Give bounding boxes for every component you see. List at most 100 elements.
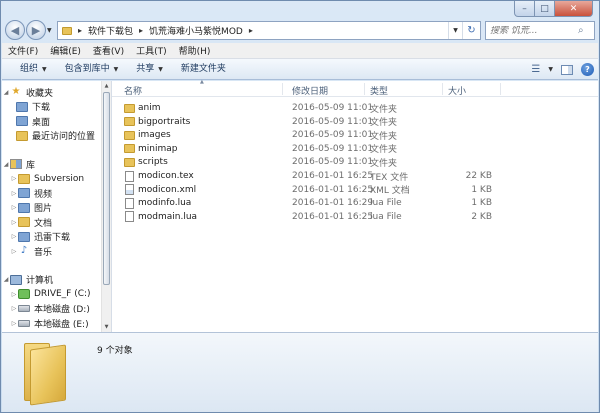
- xml-file-icon: [125, 184, 134, 196]
- scroll-down-arrow-icon[interactable]: ▼: [102, 322, 111, 332]
- chevron-right-icon[interactable]: ▸: [249, 26, 253, 35]
- nav-item-desktop[interactable]: 桌面: [2, 114, 102, 129]
- nav-item-label: 下载: [32, 103, 51, 114]
- table-row[interactable]: minimap 2016-05-09 11:01 文件夹: [112, 142, 598, 156]
- menu-view[interactable]: 查看(V): [87, 44, 130, 57]
- column-header-date[interactable]: 修改日期: [292, 84, 328, 97]
- expand-icon[interactable]: ▷: [10, 204, 18, 211]
- column-divider[interactable]: [364, 83, 365, 95]
- collapse-icon[interactable]: ◢: [2, 161, 10, 168]
- menu-edit[interactable]: 编辑(E): [44, 44, 87, 57]
- table-row[interactable]: scripts 2016-05-09 11:01 文件夹: [112, 155, 598, 169]
- breadcrumb-item[interactable]: 饥荒海难小马紫悦MOD: [149, 24, 243, 37]
- file-type: 文件夹: [370, 145, 398, 156]
- file-name: modicon.xml: [138, 184, 197, 195]
- help-icon[interactable]: ?: [581, 63, 594, 76]
- scroll-up-arrow-icon[interactable]: ▲: [102, 81, 111, 91]
- refresh-icon: ↻: [467, 25, 476, 36]
- file-type: 文件夹: [370, 158, 398, 169]
- collapse-icon[interactable]: ◢: [2, 89, 10, 96]
- nav-item-label: 本地磁盘 (D:): [34, 305, 90, 316]
- chevron-right-icon[interactable]: ▸: [139, 26, 143, 35]
- preview-pane-icon[interactable]: [561, 64, 573, 75]
- nav-item-drive-d[interactable]: ▷ 本地磁盘 (D:): [2, 302, 102, 317]
- column-header-name[interactable]: 名称: [124, 84, 142, 97]
- nav-item-label: DRIVE_F (C:): [34, 289, 91, 300]
- column-divider[interactable]: [500, 83, 501, 95]
- nav-item-label: Subversion: [34, 173, 85, 184]
- folder-icon: [124, 117, 135, 127]
- column-header-size[interactable]: 大小: [448, 84, 466, 97]
- refresh-button[interactable]: ↻: [462, 22, 480, 39]
- table-row[interactable]: modmain.lua 2016-01-01 16:25 lua File 2 KB: [112, 210, 598, 224]
- share-button[interactable]: 共享 ▼: [127, 59, 172, 80]
- nav-item-documents[interactable]: ▷ 文档: [2, 215, 102, 230]
- recent-places-icon: [16, 130, 28, 141]
- menu-help[interactable]: 帮助(H): [173, 44, 217, 57]
- new-folder-button[interactable]: 新建文件夹: [172, 59, 235, 80]
- file-modified-date: 2016-01-01 16:29: [292, 198, 374, 209]
- column-divider[interactable]: [442, 83, 443, 95]
- nav-item-videos[interactable]: ▷ 视频: [2, 186, 102, 201]
- forward-button[interactable]: ▶: [26, 20, 46, 40]
- nav-favorites[interactable]: ◢ ★ 收藏夹: [2, 85, 102, 100]
- nav-item-music[interactable]: ▷ ♪ 音乐: [2, 244, 102, 259]
- table-row[interactable]: images 2016-05-09 11:01 文件夹: [112, 128, 598, 142]
- menu-file[interactable]: 文件(F): [2, 44, 44, 57]
- column-divider[interactable]: [282, 83, 283, 95]
- expand-icon[interactable]: ▷: [10, 320, 18, 327]
- chevron-right-icon[interactable]: ▸: [78, 26, 82, 35]
- file-size: 1 KB: [471, 184, 492, 195]
- search-input[interactable]: [486, 25, 578, 36]
- nav-item-downloads[interactable]: 下载: [2, 100, 102, 115]
- expand-icon[interactable]: ▷: [10, 219, 18, 226]
- table-row[interactable]: modinfo.lua 2016-01-01 16:29 lua File 1 KB: [112, 196, 598, 210]
- nav-item-drive-c[interactable]: ▷ DRIVE_F (C:): [2, 287, 102, 302]
- address-bar[interactable]: ▸ 软件下载包 ▸ 饥荒海难小马紫悦MOD ▸ ▼ ↻: [57, 21, 481, 40]
- folder-icon: [124, 157, 135, 167]
- file-name: bigportraits: [138, 116, 191, 127]
- menu-tools[interactable]: 工具(T): [130, 44, 173, 57]
- nav-libraries[interactable]: ◢ 库: [2, 157, 102, 172]
- nav-item-pictures[interactable]: ▷ 图片: [2, 201, 102, 216]
- maximize-button[interactable]: □: [535, 1, 555, 17]
- table-row[interactable]: anim 2016-05-09 11:01 文件夹: [112, 101, 598, 115]
- close-button[interactable]: ✕: [555, 1, 593, 17]
- search-icon[interactable]: ⌕: [578, 25, 592, 36]
- column-header-type[interactable]: 类型: [370, 84, 388, 97]
- table-row[interactable]: bigportraits 2016-05-09 11:01 文件夹: [112, 115, 598, 129]
- nav-item-subversion[interactable]: ▷ Subversion: [2, 172, 102, 187]
- view-dropdown-icon[interactable]: ▼: [548, 66, 553, 73]
- collapse-icon[interactable]: ◢: [2, 276, 10, 283]
- downloads-icon: [16, 101, 28, 112]
- expand-icon[interactable]: ▷: [10, 233, 18, 240]
- address-dropdown-button[interactable]: ▼: [448, 22, 462, 39]
- expand-icon[interactable]: ▷: [10, 248, 18, 255]
- recent-pages-dropdown[interactable]: ▼: [47, 27, 52, 34]
- minimize-button[interactable]: –: [514, 1, 535, 17]
- folder-icon: [124, 103, 135, 113]
- expand-icon[interactable]: ▷: [10, 291, 18, 298]
- include-in-library-button[interactable]: 包含到库中 ▼: [56, 59, 128, 80]
- nav-computer[interactable]: ◢ 计算机: [2, 273, 102, 288]
- table-row[interactable]: modicon.xml 2016-01-01 16:25 XML 文档 1 KB: [112, 183, 598, 197]
- expand-icon[interactable]: ▷: [10, 305, 18, 312]
- nav-item-thunder-downloads[interactable]: ▷ 迅雷下载: [2, 230, 102, 245]
- back-button[interactable]: ◀: [5, 20, 25, 40]
- nav-item-label: 图片: [34, 204, 53, 215]
- file-name: minimap: [138, 143, 178, 154]
- scrollbar-thumb[interactable]: [103, 92, 110, 285]
- library-icon: [10, 159, 22, 170]
- table-row[interactable]: modicon.tex 2016-01-01 16:25 TEX 文件 22 KB: [112, 169, 598, 183]
- navigation-scrollbar[interactable]: ▲ ▼: [101, 81, 111, 332]
- breadcrumb-item[interactable]: 软件下载包: [88, 24, 133, 37]
- view-options-icon[interactable]: ☰: [531, 64, 540, 75]
- explorer-window: – □ ✕ ◀ ▶ ▼ ▸ 软件下载包 ▸ 饥荒海难小马紫悦MOD ▸ ▼ ↻ …: [0, 0, 600, 413]
- file-modified-date: 2016-01-01 16:25: [292, 171, 374, 181]
- nav-item-drive-e[interactable]: ▷ 本地磁盘 (E:): [2, 316, 102, 331]
- organize-button[interactable]: 组织 ▼: [2, 59, 56, 80]
- expand-icon[interactable]: ▷: [10, 190, 18, 197]
- expand-icon[interactable]: ▷: [10, 175, 18, 182]
- nav-item-recent-places[interactable]: 最近访问的位置: [2, 129, 102, 144]
- music-icon: ♪: [20, 245, 28, 257]
